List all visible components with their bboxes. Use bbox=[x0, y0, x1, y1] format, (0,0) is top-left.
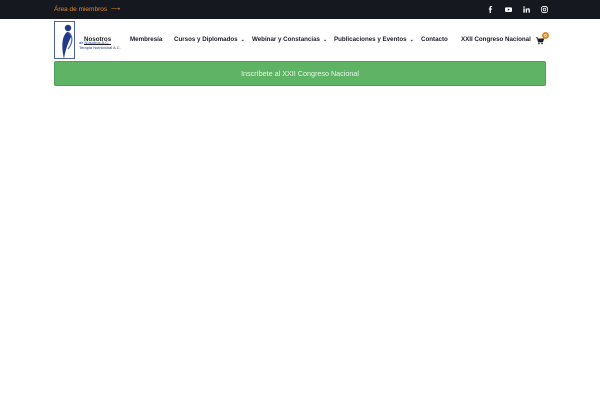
nav-label: Membresía bbox=[130, 36, 163, 43]
nav-label: XXII Congreso Nacional bbox=[461, 36, 531, 43]
nav-label: Contacto bbox=[421, 36, 448, 43]
nav-membresia[interactable]: Membresía bbox=[130, 36, 162, 43]
nav-webinar-constancias[interactable]: Webinar y Constancias ⌄ bbox=[252, 36, 327, 43]
nav-contacto[interactable]: Contacto bbox=[421, 36, 448, 43]
nav-publicaciones-eventos[interactable]: Publicaciones y Eventos ⌄ bbox=[334, 36, 414, 43]
nav-label: Webinar y Constancias bbox=[252, 36, 320, 43]
logo-mark-icon bbox=[54, 21, 75, 59]
social-links bbox=[486, 4, 548, 15]
nav-nosotros[interactable]: Nosotros bbox=[84, 36, 112, 45]
chevron-down-icon: ⌄ bbox=[409, 37, 414, 43]
chevron-down-icon: ⌄ bbox=[240, 37, 245, 43]
top-bar: Área de miembros ⟶ bbox=[0, 0, 600, 19]
cart-count-badge: 0 bbox=[542, 32, 549, 39]
nav-label: Publicaciones y Eventos bbox=[334, 36, 407, 43]
cart-button[interactable]: 0 bbox=[536, 32, 552, 47]
chevron-down-icon: ⌄ bbox=[322, 37, 328, 43]
youtube-icon[interactable] bbox=[504, 6, 512, 14]
logo-text-line2: Terapia Nutricional A.C. bbox=[79, 45, 121, 50]
nav-cursos-diplomados[interactable]: Cursos y Diplomados ⌄ bbox=[174, 36, 245, 43]
members-area-link[interactable]: Área de miembros ⟶ bbox=[54, 5, 120, 13]
arrow-right-icon: ⟶ bbox=[110, 6, 121, 13]
nav-label: Cursos y Diplomados bbox=[174, 36, 238, 43]
instagram-icon[interactable] bbox=[540, 6, 548, 14]
nav-congreso-nacional[interactable]: XXII Congreso Nacional bbox=[461, 36, 531, 43]
nav-label: Nosotros bbox=[84, 36, 112, 43]
main-header: de Nosotros A.C. Terapia Nutricional A.C… bbox=[0, 19, 600, 61]
facebook-icon[interactable] bbox=[486, 6, 494, 14]
register-congress-label: Inscríbete al XXII Congreso Nacional bbox=[241, 69, 359, 78]
linkedin-icon[interactable] bbox=[522, 6, 530, 14]
members-area-label: Área de miembros bbox=[54, 6, 108, 13]
register-congress-button[interactable]: Inscríbete al XXII Congreso Nacional bbox=[54, 61, 546, 86]
active-underline bbox=[84, 44, 112, 45]
